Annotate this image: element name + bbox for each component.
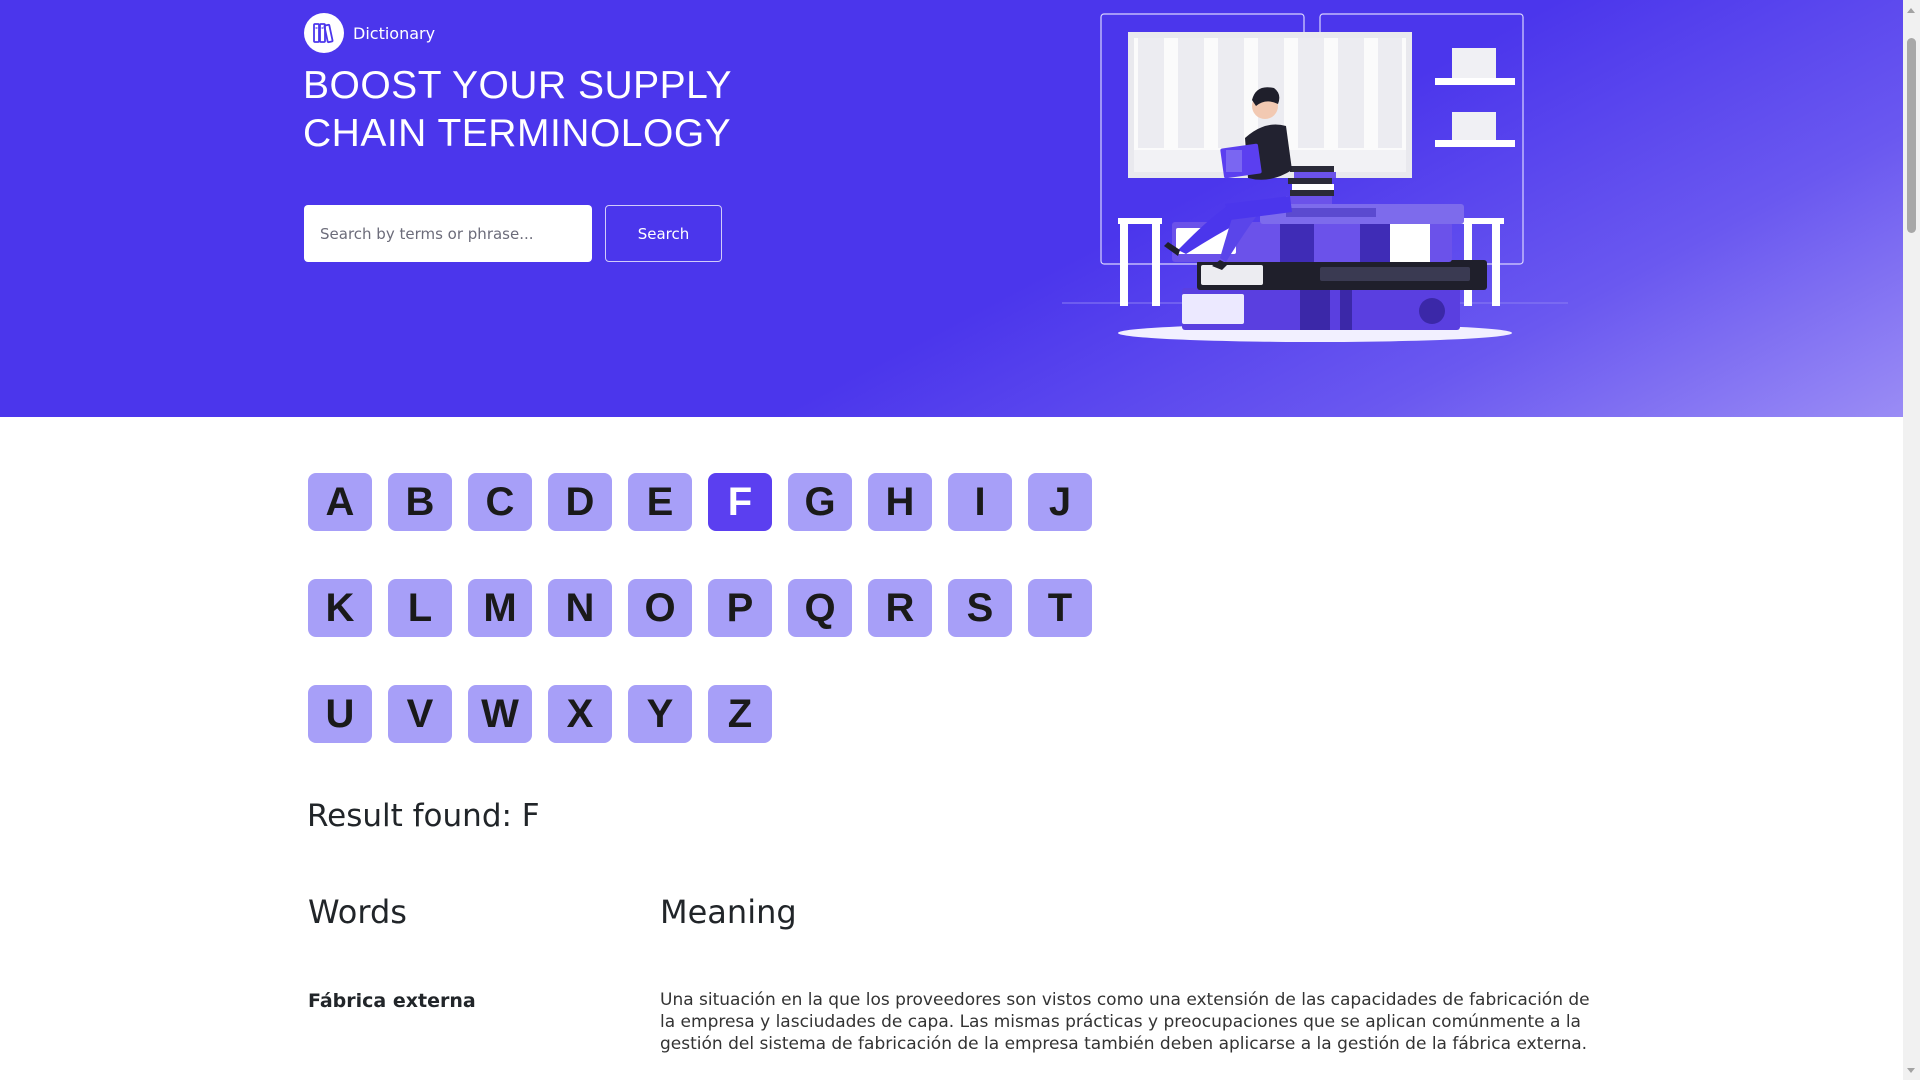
alphabet-row: U V W X Y Z bbox=[308, 685, 1092, 743]
letter-button-m[interactable]: M bbox=[468, 579, 532, 637]
brand-name: Dictionary bbox=[353, 23, 436, 43]
brand[interactable]: Dictionary bbox=[304, 13, 435, 53]
letter-button-j[interactable]: J bbox=[1028, 473, 1092, 531]
letter-button-a[interactable]: A bbox=[308, 473, 372, 531]
letter-button-u[interactable]: U bbox=[308, 685, 372, 743]
letter-button-b[interactable]: B bbox=[388, 473, 452, 531]
search-button[interactable]: Search bbox=[605, 205, 722, 262]
letter-button-e[interactable]: E bbox=[628, 473, 692, 531]
alphabet-row: A B C D E F G H I J bbox=[308, 473, 1092, 531]
letter-button-n[interactable]: N bbox=[548, 579, 612, 637]
meaning-column-header: Meaning bbox=[660, 893, 797, 931]
letter-button-y[interactable]: Y bbox=[628, 685, 692, 743]
scroll-down-icon[interactable] bbox=[1907, 1068, 1915, 1073]
result-heading: Result found: F bbox=[307, 798, 540, 834]
letter-button-g[interactable]: G bbox=[788, 473, 852, 531]
scrollbar-thumb[interactable] bbox=[1907, 38, 1916, 233]
letter-button-t[interactable]: T bbox=[1028, 579, 1092, 637]
letter-button-o[interactable]: O bbox=[628, 579, 692, 637]
person-reading-on-books-illustration bbox=[1062, 13, 1568, 342]
letter-button-q[interactable]: Q bbox=[788, 579, 852, 637]
letter-button-p[interactable]: P bbox=[708, 579, 772, 637]
letter-button-f[interactable]: F bbox=[708, 473, 772, 531]
search-input[interactable] bbox=[304, 205, 592, 262]
letter-button-r[interactable]: R bbox=[868, 579, 932, 637]
letter-button-h[interactable]: H bbox=[868, 473, 932, 531]
letter-button-z[interactable]: Z bbox=[708, 685, 772, 743]
letter-button-c[interactable]: C bbox=[468, 473, 532, 531]
scroll-up-icon[interactable] bbox=[1907, 8, 1915, 13]
letter-button-s[interactable]: S bbox=[948, 579, 1012, 637]
letter-button-x[interactable]: X bbox=[548, 685, 612, 743]
letter-button-l[interactable]: L bbox=[388, 579, 452, 637]
hero-banner: Dictionary BOOST YOUR SUPPLY CHAIN TERMI… bbox=[0, 0, 1903, 417]
alphabet-row: K L M N O P Q R S T bbox=[308, 579, 1092, 637]
alphabet-grid: A B C D E F G H I J K L M N O P Q R S T … bbox=[308, 473, 1092, 791]
vertical-scrollbar[interactable] bbox=[1903, 0, 1920, 1080]
term-word: Fábrica externa bbox=[308, 990, 476, 1012]
letter-button-d[interactable]: D bbox=[548, 473, 612, 531]
books-icon bbox=[304, 13, 344, 53]
letter-button-i[interactable]: I bbox=[948, 473, 1012, 531]
letter-button-k[interactable]: K bbox=[308, 579, 372, 637]
hero-title: BOOST YOUR SUPPLY CHAIN TERMINOLOGY bbox=[303, 64, 732, 155]
letter-button-v[interactable]: V bbox=[388, 685, 452, 743]
words-column-header: Words bbox=[308, 893, 407, 931]
letter-button-w[interactable]: W bbox=[468, 685, 532, 743]
term-meaning: Una situación en la que los proveedores … bbox=[660, 990, 1590, 1054]
